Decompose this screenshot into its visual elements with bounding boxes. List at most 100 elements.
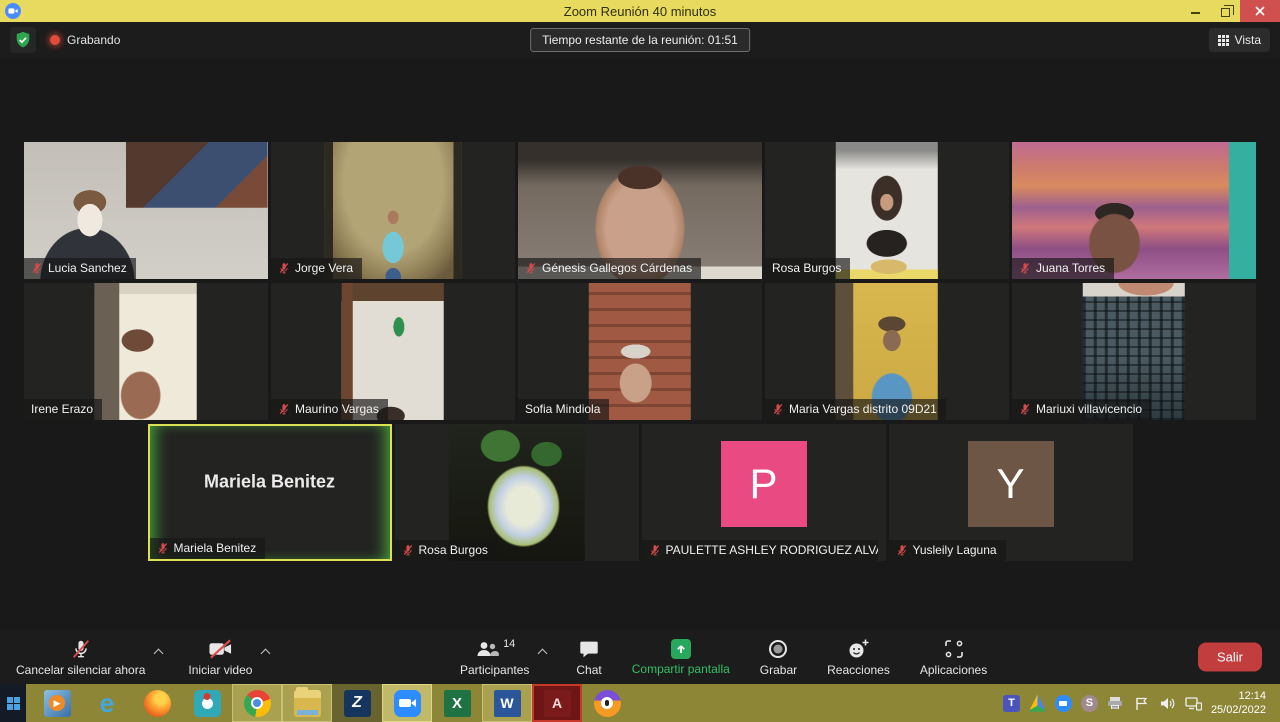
meeting-info-bar: Grabando Tiempo restante de la reunión: … bbox=[0, 22, 1280, 58]
recording-indicator: Grabando bbox=[50, 33, 120, 47]
chrome-icon[interactable] bbox=[232, 684, 282, 722]
participant-name-label: Rosa Burgos bbox=[395, 540, 497, 561]
participant-tile-8[interactable]: Sofia Mindiola bbox=[518, 283, 762, 420]
participant-tile-6[interactable]: Irene Erazo bbox=[24, 283, 268, 420]
participant-tile-5[interactable]: Juana Torres bbox=[1012, 142, 1256, 279]
record-button[interactable]: Grabar bbox=[760, 638, 797, 677]
participant-tile-4[interactable]: Rosa Burgos bbox=[765, 142, 1009, 279]
participant-tile-3[interactable]: Génesis Gallegos Cárdenas bbox=[518, 142, 762, 279]
video-grid: Lucia Sanchez Jorge Vera Génesis Gallegos … bbox=[0, 58, 1280, 630]
network-icon[interactable] bbox=[1185, 695, 1202, 712]
participants-count-badge: 14 bbox=[503, 638, 515, 650]
participant-tile-9[interactable]: Maria Vargas distrito 09D21 bbox=[765, 283, 1009, 420]
screen-recorder-icon-glyph bbox=[194, 690, 221, 717]
recording-label: Grabando bbox=[67, 33, 120, 47]
printer-icon[interactable] bbox=[1107, 695, 1124, 712]
participants-icon bbox=[474, 638, 500, 660]
participant-tile-2[interactable]: Jorge Vera bbox=[271, 142, 515, 279]
grid-view-icon bbox=[1218, 35, 1229, 46]
unmute-label: Cancelar silenciar ahora bbox=[16, 663, 145, 677]
avast-browser-icon[interactable] bbox=[582, 684, 632, 722]
participant-tile-1[interactable]: Lucia Sanchez bbox=[24, 142, 268, 279]
start-button[interactable] bbox=[0, 684, 26, 722]
restore-icon bbox=[1221, 8, 1230, 17]
view-button[interactable]: Vista bbox=[1209, 28, 1270, 52]
leave-meeting-button[interactable]: Salir bbox=[1198, 643, 1262, 672]
share-screen-button[interactable]: Compartir pantalla bbox=[632, 639, 730, 676]
participants-button[interactable]: 14 Participantes bbox=[460, 638, 529, 677]
mic-muted-icon bbox=[70, 638, 92, 660]
participant-name: Jorge Vera bbox=[295, 261, 353, 275]
zoom-tray-icon[interactable] bbox=[1055, 695, 1072, 712]
grid-row: Irene ErazoMaurino Vargas Sofia Mindiola M… bbox=[0, 283, 1280, 420]
scanner-app-icon-glyph: Z bbox=[344, 690, 371, 717]
zoom-app-icon[interactable] bbox=[382, 684, 432, 722]
participant-avatar: Y bbox=[968, 441, 1054, 527]
participant-name-label: Maurino Vargas bbox=[271, 399, 388, 420]
participant-name-label: Mariuxi villavicencio bbox=[1012, 399, 1151, 420]
muted-mic-icon bbox=[649, 544, 661, 556]
muted-mic-icon bbox=[278, 262, 290, 274]
clock-date: 25/02/2022 bbox=[1211, 703, 1266, 717]
participant-tile-14[interactable]: Y Yusleily Laguna bbox=[889, 424, 1133, 561]
internet-explorer-icon-glyph: e bbox=[94, 690, 121, 717]
skype-icon[interactable]: S bbox=[1081, 695, 1098, 712]
window-title: Zoom Reunión 40 minutos bbox=[0, 4, 1280, 19]
file-explorer-icon-glyph bbox=[294, 690, 321, 717]
participant-tile-10[interactable]: Mariuxi villavicencio bbox=[1012, 283, 1256, 420]
reactions-icon bbox=[846, 638, 870, 660]
scanner-app-icon[interactable]: Z bbox=[332, 684, 382, 722]
participant-name-label: Juana Torres bbox=[1012, 258, 1114, 279]
grid-row: Mariela BenitezMariela BenitezRosa Burgo… bbox=[0, 424, 1280, 561]
view-label: Vista bbox=[1235, 33, 1261, 47]
excel-icon-glyph: X bbox=[444, 690, 471, 717]
participant-tile-11[interactable]: Mariela BenitezMariela Benitez bbox=[148, 424, 392, 561]
participant-name-label: Maria Vargas distrito 09D21 bbox=[765, 399, 946, 420]
google-drive-icon[interactable] bbox=[1029, 695, 1046, 712]
taskbar-clock[interactable]: 12:14 25/02/2022 bbox=[1211, 689, 1270, 718]
word-icon-glyph: W bbox=[494, 690, 521, 717]
participant-tile-13[interactable]: PPAULETTE ASHLEY RODRIGUEZ ALVAR... bbox=[642, 424, 886, 561]
recording-dot-icon bbox=[50, 35, 60, 45]
windows-logo-icon bbox=[7, 697, 20, 710]
muted-mic-icon bbox=[278, 403, 290, 415]
file-explorer-icon[interactable] bbox=[282, 684, 332, 722]
volume-icon[interactable] bbox=[1159, 695, 1176, 712]
apps-button[interactable]: Aplicaciones bbox=[920, 638, 987, 677]
mic-options-chevron-icon[interactable] bbox=[154, 648, 164, 658]
participant-name: Yusleily Laguna bbox=[913, 543, 997, 557]
participant-tile-7[interactable]: Maurino Vargas bbox=[271, 283, 515, 420]
windows-media-player-icon[interactable]: ▶ bbox=[32, 684, 82, 722]
teams-icon[interactable]: T bbox=[1003, 695, 1020, 712]
participant-name: PAULETTE ASHLEY RODRIGUEZ ALVAR... bbox=[666, 543, 879, 557]
participant-tile-12[interactable]: Rosa Burgos bbox=[395, 424, 639, 561]
share-screen-icon bbox=[671, 639, 691, 659]
muted-mic-icon bbox=[31, 262, 43, 274]
participant-name-label: Rosa Burgos bbox=[765, 258, 850, 279]
meeting-security-button[interactable] bbox=[10, 27, 36, 53]
word-icon[interactable]: W bbox=[482, 684, 532, 722]
participant-name: Lucia Sanchez bbox=[48, 261, 127, 275]
internet-explorer-icon[interactable]: e bbox=[82, 684, 132, 722]
apps-icon bbox=[943, 638, 965, 660]
meeting-timer: Tiempo restante de la reunión: 01:51 bbox=[530, 28, 750, 52]
excel-icon[interactable]: X bbox=[432, 684, 482, 722]
reactions-button[interactable]: Reacciones bbox=[827, 638, 890, 677]
firefox-icon[interactable] bbox=[132, 684, 182, 722]
participant-video bbox=[95, 283, 197, 420]
zoom-app-icon-glyph bbox=[394, 690, 421, 717]
video-options-chevron-icon[interactable] bbox=[261, 648, 271, 658]
chat-button[interactable]: Chat bbox=[576, 638, 601, 677]
participants-options-chevron-icon[interactable] bbox=[538, 648, 548, 658]
meeting-toolbar: Cancelar silenciar ahora Iniciar video 1… bbox=[0, 630, 1280, 684]
chrome-icon-glyph bbox=[244, 690, 271, 717]
acrobat-icon[interactable]: A bbox=[532, 684, 582, 722]
action-center-flag-icon[interactable] bbox=[1133, 695, 1150, 712]
participant-name: Mariuxi villavicencio bbox=[1036, 402, 1142, 416]
start-video-button[interactable]: Iniciar video bbox=[188, 638, 252, 677]
participant-name-label: Sofia Mindiola bbox=[518, 399, 609, 420]
screen-recorder-icon[interactable] bbox=[182, 684, 232, 722]
muted-mic-icon bbox=[1019, 403, 1031, 415]
muted-mic-icon bbox=[896, 544, 908, 556]
unmute-button[interactable]: Cancelar silenciar ahora bbox=[16, 638, 145, 677]
